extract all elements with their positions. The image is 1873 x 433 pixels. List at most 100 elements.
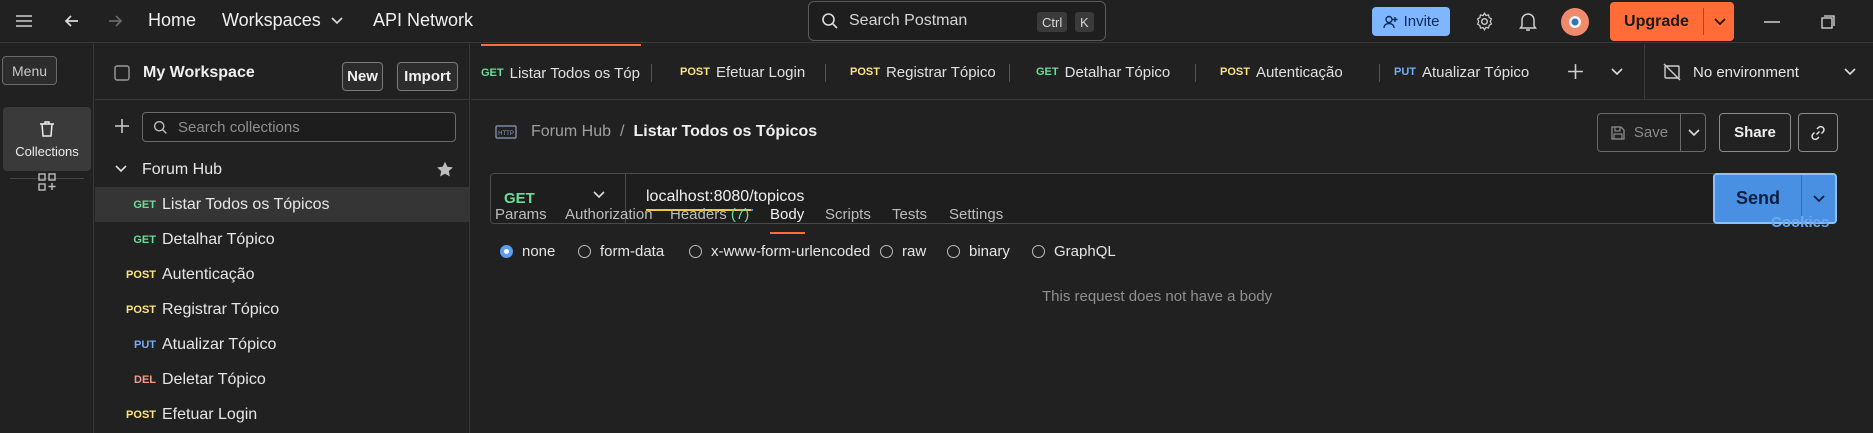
method-badge: POST xyxy=(680,66,710,78)
share-button[interactable]: Share xyxy=(1719,113,1791,152)
upgrade-label: Upgrade xyxy=(1624,12,1689,30)
request-editor: HTTP Forum Hub / Listar Todos os Tópicos… xyxy=(471,101,1873,433)
notifications-bell-icon[interactable] xyxy=(1518,11,1538,32)
tab-divider xyxy=(1379,64,1380,82)
tab-atualizar-topico[interactable]: PUT Atualizar Tópico xyxy=(1394,44,1539,100)
tab-params[interactable]: Params xyxy=(495,206,547,223)
tab-efetuar-login[interactable]: POST Efetuar Login xyxy=(680,44,825,100)
url-input[interactable]: localhost:8080/topicos xyxy=(646,188,804,211)
forward-arrow-icon[interactable] xyxy=(106,12,124,30)
body-option-raw[interactable]: raw xyxy=(880,243,926,260)
nav-home[interactable]: Home xyxy=(148,10,196,31)
tab-label: Registrar Tópico xyxy=(885,63,995,81)
restore-window-icon[interactable] xyxy=(1821,15,1835,29)
upgrade-button[interactable]: Upgrade xyxy=(1610,2,1734,41)
link-icon xyxy=(1809,124,1827,142)
list-item[interactable]: POST Autenticação xyxy=(95,257,470,292)
tab-tests[interactable]: Tests xyxy=(892,206,927,223)
list-item[interactable]: POST Efetuar Login xyxy=(95,397,470,432)
body-option-form-data[interactable]: form-data xyxy=(578,243,664,260)
body-option-label: GraphQL xyxy=(1054,243,1116,260)
new-button[interactable]: New xyxy=(342,62,383,91)
environment-selector[interactable]: No environment xyxy=(1644,44,1873,100)
nav-workspaces[interactable]: Workspaces xyxy=(222,10,343,31)
chevron-down-icon xyxy=(1844,68,1856,76)
method-badge: POST xyxy=(126,408,156,421)
workspace-icon xyxy=(113,64,131,82)
hamburger-menu-icon[interactable] xyxy=(14,12,34,30)
tab-label: Autenticação xyxy=(1255,63,1343,81)
save-button[interactable]: Save xyxy=(1598,114,1680,151)
tab-detalhar-topico[interactable]: GET Detalhar Tópico xyxy=(1036,44,1181,100)
import-button[interactable]: Import xyxy=(397,62,458,91)
nav-workspaces-label: Workspaces xyxy=(222,10,321,30)
tab-divider xyxy=(651,64,652,82)
avatar[interactable] xyxy=(1561,8,1589,36)
list-item[interactable]: PUT Atualizar Tópico xyxy=(95,327,470,362)
invite-button[interactable]: Invite xyxy=(1372,7,1450,36)
radio xyxy=(880,245,893,258)
body-option-label: form-data xyxy=(600,243,665,260)
method-select-value: GET xyxy=(504,190,535,207)
radio xyxy=(689,245,702,258)
list-item[interactable]: DEL Deletar Tópico xyxy=(95,362,470,397)
tab-scripts[interactable]: Scripts xyxy=(825,206,871,223)
body-option-none[interactable]: none xyxy=(500,243,555,260)
body-option-urlencoded[interactable]: x-www-form-urlencoded xyxy=(689,243,870,260)
save-chevron-down-icon[interactable] xyxy=(1681,114,1706,151)
add-workbench-icon[interactable] xyxy=(37,172,57,192)
tab-autenticacao[interactable]: POST Autenticação xyxy=(1220,44,1365,100)
body-option-binary[interactable]: binary xyxy=(947,243,1010,260)
list-item[interactable]: POST Registrar Tópico xyxy=(95,292,470,327)
new-tab-plus-icon[interactable] xyxy=(1567,63,1584,80)
tab-settings[interactable]: Settings xyxy=(949,206,1003,223)
tab-headers[interactable]: Headers (7) xyxy=(670,206,749,223)
minimize-window-icon[interactable] xyxy=(1764,21,1780,23)
tab-label: Listar Todos os Tópicos xyxy=(509,64,641,82)
body-option-label: binary xyxy=(969,243,1010,260)
method-badge: POST xyxy=(1220,66,1250,78)
breadcrumb-parent[interactable]: Forum Hub xyxy=(531,123,611,141)
tab-label: Efetuar Login xyxy=(715,63,806,81)
tab-authorization[interactable]: Authorization xyxy=(565,206,653,223)
collection-forum-hub[interactable]: Forum Hub xyxy=(95,152,470,187)
add-collection-plus-icon[interactable] xyxy=(114,118,130,134)
search-collections-input[interactable]: Search collections xyxy=(142,112,456,142)
tab-headers-label: Headers xyxy=(670,206,727,223)
copy-link-button[interactable] xyxy=(1798,113,1838,152)
tab-listar-todos[interactable]: GET Listar Todos os Tópicos xyxy=(481,44,641,100)
list-item[interactable]: GET Detalhar Tópico xyxy=(95,222,470,257)
method-badge: GET xyxy=(481,67,504,79)
tab-list-chevron-down-icon[interactable] xyxy=(1611,68,1623,76)
method-badge: GET xyxy=(133,233,156,246)
back-arrow-icon[interactable] xyxy=(63,12,81,30)
top-bar: Home Workspaces API Network Search Postm… xyxy=(0,0,1873,43)
environment-label: No environment xyxy=(1693,63,1799,81)
method-badge: POST xyxy=(850,66,880,78)
method-badge: DEL xyxy=(134,373,156,386)
breadcrumb-current[interactable]: Listar Todos os Tópicos xyxy=(633,123,817,141)
tab-registrar-topico[interactable]: POST Registrar Tópico xyxy=(850,44,995,100)
tab-label: Detalhar Tópico xyxy=(1064,63,1171,81)
list-item[interactable]: GET Listar Todos os Tópicos xyxy=(95,187,470,222)
method-badge: GET xyxy=(133,198,156,211)
url-variable-underline-accent xyxy=(751,209,753,211)
request-name: Autenticação xyxy=(162,265,255,283)
body-option-graphql[interactable]: GraphQL xyxy=(1032,243,1116,260)
star-icon[interactable] xyxy=(436,161,454,178)
add-user-icon xyxy=(1382,15,1398,29)
rail-item-collections[interactable]: Collections xyxy=(3,107,91,171)
upgrade-chevron-down-icon[interactable] xyxy=(1706,2,1734,41)
cookies-link[interactable]: Cookies xyxy=(1771,214,1829,231)
nav-api-network[interactable]: API Network xyxy=(373,10,473,31)
tab-divider xyxy=(825,64,826,82)
tab-body-active-indicator xyxy=(770,232,805,234)
settings-gear-icon[interactable] xyxy=(1474,11,1495,32)
tab-body[interactable]: Body xyxy=(770,206,804,223)
global-search-input[interactable]: Search Postman Ctrl K xyxy=(808,1,1106,41)
radio xyxy=(578,245,591,258)
request-name: Registrar Tópico xyxy=(162,300,280,318)
request-name: Efetuar Login xyxy=(162,405,258,423)
method-badge: PUT xyxy=(134,338,156,351)
search-collections-placeholder: Search collections xyxy=(178,118,300,136)
